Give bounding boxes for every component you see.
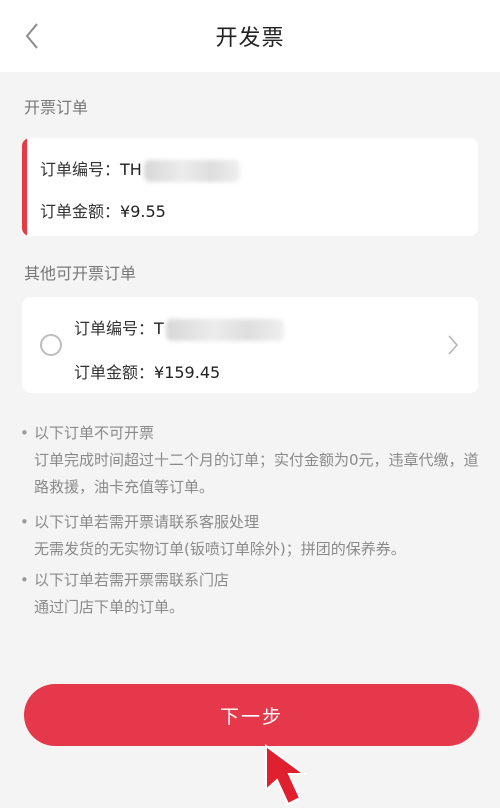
order-amount-row: 订单金额：¥9.55 bbox=[40, 198, 166, 222]
order-number-label: 订单编号： bbox=[40, 160, 121, 179]
chevron-right-icon[interactable] bbox=[444, 331, 462, 359]
pointer-arrow-icon bbox=[265, 744, 308, 806]
note-title: 以下订单若需开票需联系门店 bbox=[20, 567, 480, 594]
order-amount-value: ¥9.55 bbox=[120, 202, 166, 221]
note-item: 以下订单若需开票请联系客服处理 无需发货的无实物订单(钣喷订单除外)；拼团的保养… bbox=[20, 509, 480, 563]
order-number-row: 订单编号：TH bbox=[40, 156, 240, 182]
section-label-others: 其他可开票订单 bbox=[24, 264, 137, 283]
note-title: 以下订单若需开票请联系客服处理 bbox=[20, 509, 480, 536]
order-amount-label: 订单金额： bbox=[40, 202, 121, 221]
order-amount-label: 订单金额： bbox=[74, 363, 155, 382]
order-amount-value: ¥159.45 bbox=[154, 363, 221, 382]
note-body: 通过门店下单的订单。 bbox=[34, 598, 185, 616]
current-order-card: 订单编号：TH 订单金额：¥9.55 bbox=[22, 138, 478, 236]
back-button[interactable] bbox=[14, 18, 50, 54]
invoice-page: 开发票 开票订单 订单编号：TH 订单金额：¥9.55 其他可开票订单 订单编号… bbox=[0, 0, 500, 808]
nav-bar: 开发票 bbox=[0, 0, 500, 72]
redacted-mask bbox=[165, 318, 284, 341]
redacted-mask bbox=[143, 159, 240, 182]
note-item: 以下订单不可开票 订单完成时间超过十二个月的订单；实付金额为0元，违章代缴，道路… bbox=[20, 420, 480, 501]
order-number-value: T bbox=[154, 319, 164, 338]
next-step-button[interactable]: 下一步 bbox=[24, 684, 479, 746]
select-radio[interactable] bbox=[40, 334, 62, 356]
order-number-label: 订单编号： bbox=[74, 319, 155, 338]
notes-section: 以下订单不可开票 订单完成时间超过十二个月的订单；实付金额为0元，违章代缴，道路… bbox=[20, 420, 480, 621]
note-item: 以下订单若需开票需联系门店 通过门店下单的订单。 bbox=[20, 567, 480, 621]
chevron-left-icon bbox=[25, 23, 38, 49]
page-title: 开发票 bbox=[215, 26, 285, 51]
other-order-card[interactable]: 订单编号：T 订单金额：¥159.45 bbox=[22, 297, 478, 393]
order-amount-row: 订单金额：¥159.45 bbox=[74, 359, 220, 383]
order-number-value: TH bbox=[120, 160, 142, 179]
order-number-row: 订单编号：T bbox=[74, 315, 284, 341]
note-body: 无需发货的无实物订单(钣喷订单除外)；拼团的保养券。 bbox=[34, 540, 406, 558]
section-label-current: 开票订单 bbox=[24, 98, 89, 117]
note-body: 订单完成时间超过十二个月的订单；实付金额为0元，违章代缴，道路救援，油卡充值等订… bbox=[34, 451, 479, 496]
note-title: 以下订单不可开票 bbox=[20, 420, 480, 447]
